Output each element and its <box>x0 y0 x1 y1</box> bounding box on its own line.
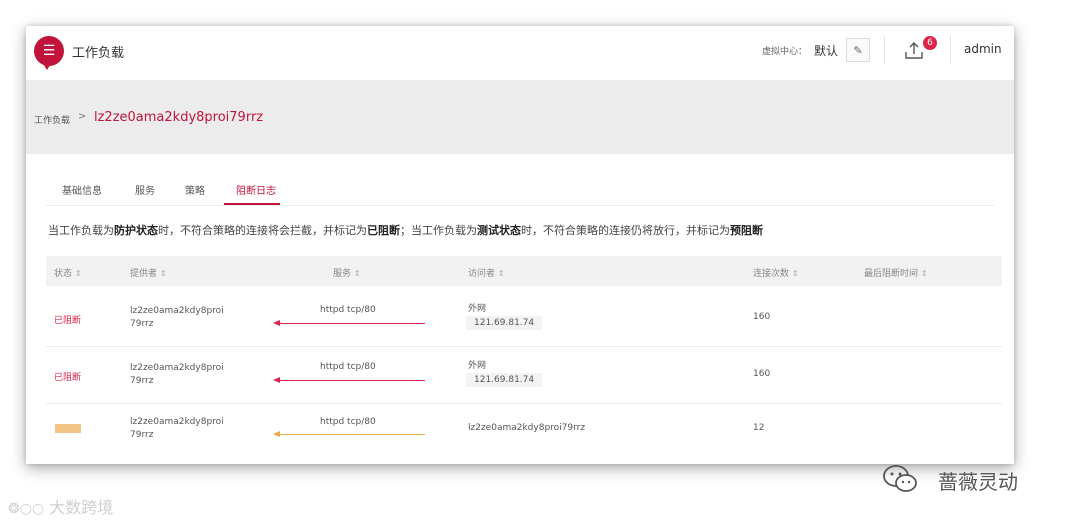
breadcrumb-parent-link[interactable]: 工作负载 <box>34 113 70 126</box>
top-bar: ☰ 工作负载 虚拟中心： 默认 ✎ 6 admin <box>26 26 1014 80</box>
header-divider <box>884 36 885 64</box>
column-header-visitor[interactable]: 访问者 ⇕ <box>468 266 505 279</box>
visitor-ip: 121.69.81.74 <box>466 316 543 330</box>
virtual-center-label: 虚拟中心： <box>762 47 808 57</box>
tab-basic-info[interactable]: 基础信息 <box>62 182 102 197</box>
user-menu[interactable]: admin <box>964 42 1002 56</box>
sort-icon: ⇕ <box>74 269 82 278</box>
app-window: ☰ 工作负载 虚拟中心： 默认 ✎ 6 admin <box>26 26 1014 464</box>
visitor-cell: lz2ze0ama2kdy8proi79rrz <box>468 423 586 433</box>
breadcrumb-current: lz2ze0ama2kdy8proi79rrz <box>94 110 264 125</box>
status-badge: 已阻断 <box>54 373 82 383</box>
virtual-center-value: 默认 <box>814 44 839 58</box>
sort-icon: ⇕ <box>353 269 361 278</box>
breadcrumb-separator: > <box>78 111 87 122</box>
column-header-status[interactable]: 状态 ⇕ <box>54 266 82 279</box>
row-divider <box>46 346 1002 347</box>
tabs-divider <box>46 205 994 206</box>
table-header <box>46 256 1002 286</box>
edit-virtual-center-button[interactable]: ✎ <box>846 38 870 62</box>
status-badge-pre-blocked <box>55 424 81 433</box>
sort-icon: ⇕ <box>497 269 505 278</box>
service-cell: httpd tcp/80 <box>320 305 376 315</box>
column-header-service[interactable]: 服务 ⇕ <box>333 266 361 279</box>
connection-arrow-line <box>279 434 425 435</box>
active-tab-indicator <box>224 203 280 205</box>
logo-tail <box>42 62 52 70</box>
provider-cell: 79rrz <box>130 319 154 329</box>
watermark-logo-icon: ❂○○ <box>8 501 45 517</box>
column-header-last-block-time[interactable]: 最后阻断时间 ⇕ <box>864 266 928 279</box>
provider-cell: 79rrz <box>130 376 154 386</box>
pencil-icon: ✎ <box>853 43 863 57</box>
connection-arrow-line <box>279 323 425 324</box>
wechat-icon <box>883 465 917 492</box>
watermark-left: ❂○○ 大数跨境 <box>8 498 114 517</box>
provider-cell: lz2ze0ama2kdy8proi <box>130 363 224 373</box>
block-log-notice: 当工作负载为防护状态时，不符合策略的连接将会拦截，并标记为已阻断；当工作负载为测… <box>48 224 763 237</box>
tab-services[interactable]: 服务 <box>135 182 155 197</box>
status-badge: 已阻断 <box>54 316 82 326</box>
visitor-cell: 外网 <box>468 361 487 371</box>
connection-arrow-line <box>279 380 425 381</box>
upload-count-badge: 6 <box>923 36 937 50</box>
sort-icon: ⇕ <box>159 269 167 278</box>
count-cell: 12 <box>753 423 765 433</box>
count-cell: 160 <box>753 312 771 322</box>
column-header-provider[interactable]: 提供者 ⇕ <box>130 266 167 279</box>
service-cell: httpd tcp/80 <box>320 417 376 427</box>
service-cell: httpd tcp/80 <box>320 362 376 372</box>
sort-icon: ⇕ <box>920 269 928 278</box>
header-divider <box>950 36 951 64</box>
tab-block-log[interactable]: 阻断日志 <box>236 182 276 197</box>
sort-icon: ⇕ <box>791 269 799 278</box>
app-title: 工作负载 <box>72 46 125 61</box>
count-cell: 160 <box>753 369 771 379</box>
row-divider <box>46 403 1002 404</box>
provider-cell: 79rrz <box>130 430 154 440</box>
column-header-count[interactable]: 连接次数 ⇕ <box>753 266 799 279</box>
watermark-right: 蔷薇灵动 <box>938 470 1018 494</box>
tab-policy[interactable]: 策略 <box>185 182 205 197</box>
provider-cell: lz2ze0ama2kdy8proi <box>130 417 224 427</box>
provider-cell: lz2ze0ama2kdy8proi <box>130 306 224 316</box>
visitor-cell: 外网 <box>468 304 487 314</box>
visitor-ip: 121.69.81.74 <box>466 373 543 387</box>
